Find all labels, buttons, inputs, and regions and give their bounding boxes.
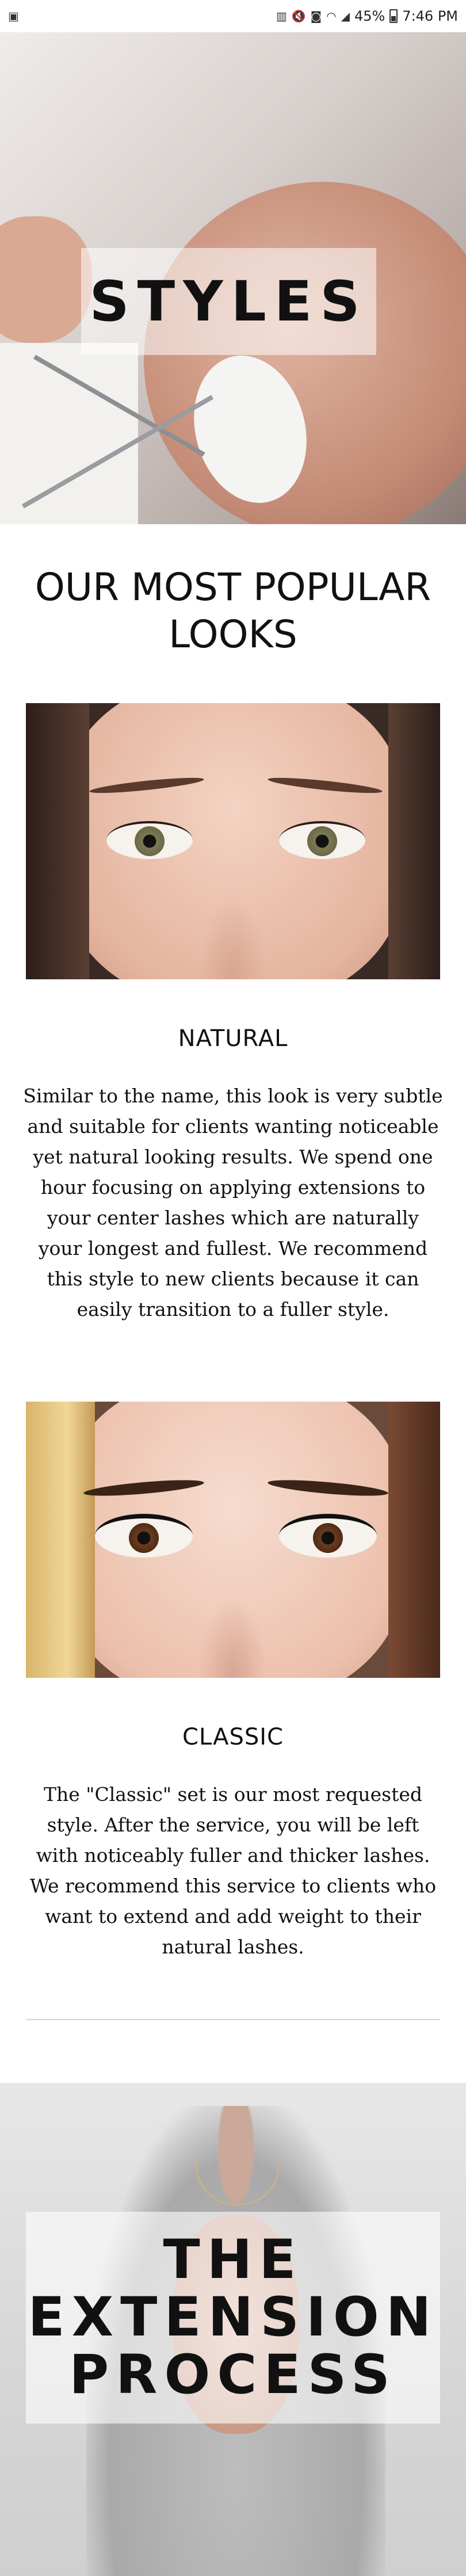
- signal-icon: ◢: [341, 9, 350, 23]
- status-left: ▣: [8, 9, 19, 23]
- nose: [198, 1597, 268, 1678]
- hero-title-box: STYLES: [81, 248, 376, 355]
- nfc-icon: ◙: [310, 9, 322, 23]
- wifi-icon: ◠: [326, 9, 337, 23]
- hero-hand-image: [0, 216, 92, 343]
- natural-look-photo: [26, 703, 440, 979]
- process-banner: THE EXTENSION PROCESS: [0, 2083, 466, 2576]
- classic-look-photo: [26, 1402, 440, 1678]
- hero-towel-image: [0, 343, 138, 524]
- section-divider: [26, 2019, 440, 2020]
- section-title: OUR MOST POPULAR LOOKS: [35, 565, 431, 657]
- look-description-classic: The "Classic" set is our most requested …: [29, 1783, 437, 1958]
- iris: [307, 826, 337, 856]
- hair-image: [388, 703, 440, 979]
- battery-icon: [389, 9, 398, 23]
- image-icon: ▣: [8, 9, 19, 23]
- nose: [198, 899, 268, 979]
- eye: [279, 821, 365, 859]
- process-title: THE EXTENSION PROCESS: [28, 2228, 438, 2406]
- status-time: 7:46 PM: [402, 8, 458, 24]
- process-title-box: THE EXTENSION PROCESS: [26, 2212, 440, 2424]
- eye: [95, 1514, 193, 1558]
- look-name-classic: CLASSIC: [182, 1724, 284, 1750]
- iris: [129, 1523, 159, 1553]
- hero-title: STYLES: [89, 269, 368, 334]
- battery-percent: 45%: [354, 8, 385, 24]
- hair-image: [388, 1402, 440, 1678]
- sim-icon: ▥: [276, 9, 287, 23]
- mute-icon: 🔇: [291, 9, 306, 23]
- look-name-natural: NATURAL: [178, 1025, 288, 1052]
- iris: [135, 826, 165, 856]
- eye: [279, 1514, 377, 1558]
- iris: [313, 1523, 343, 1553]
- status-bar: ▣ ▥ 🔇 ◙ ◠ ◢ 45% 7:46 PM: [0, 0, 466, 32]
- eye: [106, 821, 193, 859]
- hair-image: [26, 703, 89, 979]
- hair-image: [26, 1402, 95, 1678]
- hero-banner: STYLES: [0, 32, 466, 524]
- look-description-natural: Similar to the name, this look is very s…: [23, 1085, 443, 1321]
- status-right: ▥ 🔇 ◙ ◠ ◢ 45% 7:46 PM: [276, 8, 458, 24]
